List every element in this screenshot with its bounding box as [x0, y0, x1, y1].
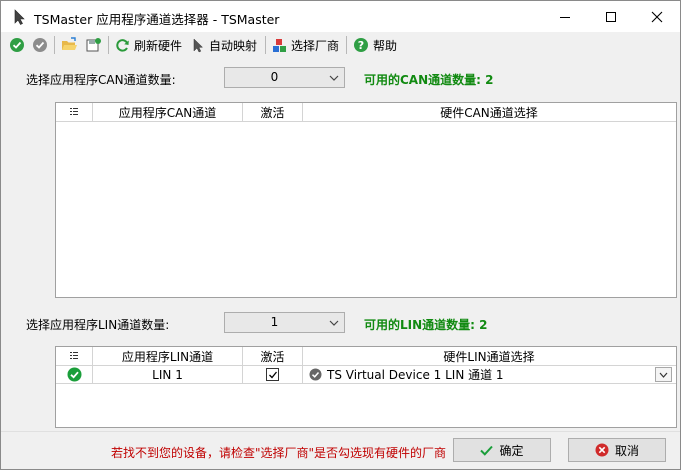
help-button[interactable]: ? 帮助	[353, 35, 397, 55]
refresh-hardware-label: 刷新硬件	[134, 38, 183, 53]
toolbar-separator	[54, 36, 55, 54]
check-circle-gray-icon	[33, 38, 47, 52]
lin-available-count: 可用的LIN通道数量: 2	[364, 318, 488, 332]
device-check-icon	[309, 368, 322, 381]
help-icon: ?	[354, 38, 368, 52]
maximize-button[interactable]	[588, 1, 634, 32]
chevron-down-icon	[329, 75, 339, 81]
row-status-cell	[56, 366, 93, 383]
shapes-icon	[273, 38, 286, 52]
active-checkbox[interactable]	[266, 368, 279, 381]
chevron-down-icon	[329, 320, 339, 326]
can-grid-header: 应用程序CAN通道 激活 硬件CAN通道选择	[56, 103, 676, 122]
hardware-dropdown-button[interactable]	[655, 367, 672, 382]
lin-col-hardware[interactable]: 硬件LIN通道选择	[303, 347, 675, 365]
select-vendor-button[interactable]: 选择厂商	[272, 35, 339, 55]
minimize-icon	[560, 16, 570, 18]
help-label: 帮助	[373, 38, 398, 53]
save-toolbar-button[interactable]	[85, 35, 102, 55]
can-col-channel[interactable]: 应用程序CAN通道	[93, 103, 243, 121]
lin-count-select[interactable]: 1	[224, 312, 345, 333]
status-ok-icon	[67, 367, 81, 382]
folder-open-icon	[62, 37, 77, 50]
ok-label: 确定	[499, 443, 524, 458]
grid-menu-icon[interactable]	[56, 103, 93, 121]
can-channel-grid[interactable]: 应用程序CAN通道 激活 硬件CAN通道选择	[55, 102, 677, 298]
can-count-value: 0	[270, 70, 279, 84]
channel-selector-window: TSMaster 应用程序通道选择器 - TSMaster 刷新硬件 自动映射 …	[0, 0, 681, 470]
lin-row-channel: LIN 1	[93, 366, 243, 383]
verify-toolbar-button[interactable]	[32, 35, 48, 55]
grid-menu-icon[interactable]	[56, 347, 93, 365]
check-icon	[480, 445, 494, 456]
table-row[interactable]: LIN 1 TS Virtual Device 1 LIN 通道 1	[56, 366, 676, 384]
check-icon	[268, 371, 277, 378]
chevron-down-icon	[659, 372, 668, 378]
toolbar-separator	[346, 36, 347, 54]
open-toolbar-button[interactable]	[61, 35, 78, 55]
cancel-icon	[595, 443, 609, 457]
lin-col-active[interactable]: 激活	[243, 347, 303, 365]
ok-button[interactable]: 确定	[453, 438, 551, 462]
can-available-count: 可用的CAN通道数量: 2	[364, 73, 494, 87]
auto-map-button[interactable]: 自动映射	[192, 35, 257, 55]
window-title: TSMaster 应用程序通道选择器 - TSMaster	[34, 12, 280, 27]
auto-map-label: 自动映射	[209, 38, 258, 53]
refresh-hardware-button[interactable]: 刷新硬件	[115, 35, 182, 55]
cursor-icon	[193, 37, 204, 52]
lin-count-label: 选择应用程序LIN通道数量:	[26, 318, 170, 332]
cancel-label: 取消	[614, 443, 639, 458]
minimize-button[interactable]	[542, 1, 588, 32]
lin-row-hardware-select[interactable]: TS Virtual Device 1 LIN 通道 1	[303, 366, 675, 383]
cancel-button[interactable]: 取消	[568, 438, 666, 462]
vendor-hint: 若找不到您的设备，请检查"选择厂商"是否勾选现有硬件的厂商	[111, 446, 447, 460]
app-cursor-icon	[14, 9, 25, 25]
select-vendor-label: 选择厂商	[291, 38, 340, 53]
check-circle-icon	[10, 38, 24, 52]
save-icon	[86, 38, 101, 52]
confirm-toolbar-button[interactable]	[9, 35, 25, 55]
can-col-hardware[interactable]: 硬件CAN通道选择	[303, 103, 675, 121]
can-col-active[interactable]: 激活	[243, 103, 303, 121]
close-button[interactable]	[634, 1, 680, 32]
refresh-icon	[116, 38, 129, 52]
lin-count-value: 1	[270, 315, 279, 329]
lin-row-hardware: TS Virtual Device 1 LIN 通道 1	[327, 368, 504, 382]
can-count-label: 选择应用程序CAN通道数量:	[26, 73, 176, 87]
toolbar: 刷新硬件 自动映射 选择厂商 ? 帮助	[1, 32, 680, 58]
can-count-select[interactable]: 0	[224, 67, 345, 88]
lin-channel-grid[interactable]: 应用程序LIN通道 激活 硬件LIN通道选择 LIN 1 TS Virtual …	[55, 346, 677, 428]
maximize-icon	[606, 11, 616, 22]
title-bar: TSMaster 应用程序通道选择器 - TSMaster	[1, 1, 680, 32]
close-icon	[651, 11, 663, 22]
toolbar-separator	[108, 36, 109, 54]
footer-divider	[1, 431, 680, 432]
svg-text:?: ?	[358, 39, 364, 52]
lin-grid-header: 应用程序LIN通道 激活 硬件LIN通道选择	[56, 347, 676, 366]
lin-col-channel[interactable]: 应用程序LIN通道	[93, 347, 243, 365]
lin-row-active-cell[interactable]	[243, 366, 303, 383]
toolbar-separator	[265, 36, 266, 54]
